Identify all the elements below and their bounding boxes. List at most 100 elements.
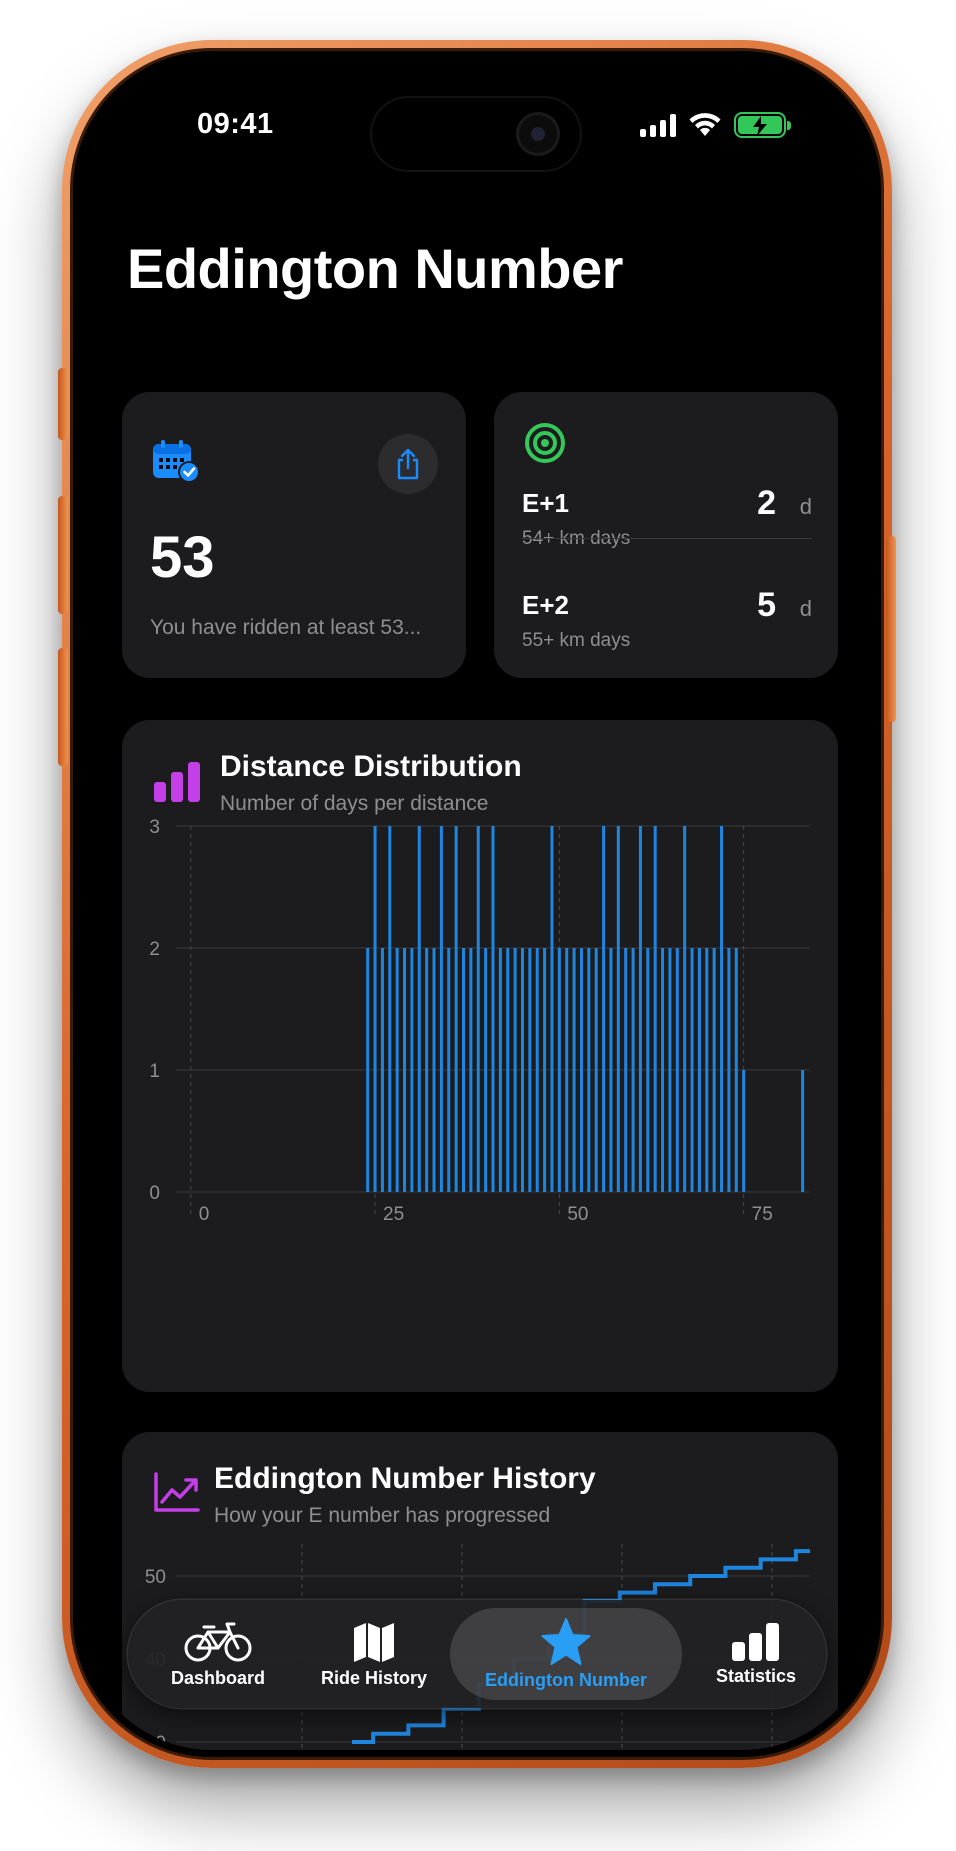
distance-distribution-card: Distance Distribution Number of days per… <box>122 720 838 1392</box>
bar <box>484 948 488 1192</box>
distribution-chart: 0 1 2 3 0 25 50 75 <box>149 817 810 1225</box>
bar <box>425 948 429 1192</box>
x-tick-label: 75 <box>752 1204 773 1225</box>
bar <box>366 948 370 1192</box>
y-tick-label: 2 <box>149 939 160 960</box>
bar <box>594 948 598 1192</box>
bar <box>506 948 510 1192</box>
eddington-description: You have ridden at least 53... <box>150 616 422 639</box>
target-icon <box>525 423 565 463</box>
bar <box>668 948 672 1192</box>
x-tick-label: 0 <box>199 1204 210 1225</box>
bar <box>439 826 443 1192</box>
bar <box>373 826 377 1192</box>
target-days: 2 <box>757 484 776 522</box>
share-icon <box>397 448 419 480</box>
target-label: E+1 <box>522 488 569 518</box>
bar <box>801 1070 805 1192</box>
map-icon <box>354 1622 394 1662</box>
y-tick-label: 0 <box>149 1183 160 1204</box>
bar <box>476 826 480 1192</box>
tab-dashboard[interactable]: Dashboard <box>140 1600 296 1708</box>
bar <box>683 826 687 1192</box>
y-tick-label: 30 <box>145 1733 166 1750</box>
bar <box>462 948 466 1192</box>
action-button <box>58 368 68 440</box>
bar <box>572 948 576 1192</box>
bar <box>587 948 591 1192</box>
bar <box>454 826 458 1192</box>
target-sub: 55+ km days <box>522 630 631 651</box>
bar <box>638 826 642 1192</box>
bar <box>653 826 657 1192</box>
bar <box>565 948 569 1192</box>
target-row-e1: E+1 54+ km days 2 d <box>522 484 812 558</box>
bar <box>734 948 738 1192</box>
bar <box>469 948 473 1192</box>
calendar-check-icon <box>153 440 200 483</box>
bar <box>712 948 716 1192</box>
bar <box>432 948 436 1192</box>
bar <box>535 948 539 1192</box>
bar <box>742 1070 746 1192</box>
y-tick-label: 3 <box>149 817 160 838</box>
power-button <box>886 536 896 722</box>
bar <box>380 948 384 1192</box>
target-sub: 54+ km days <box>522 528 631 549</box>
target-unit: d <box>799 596 812 621</box>
bar <box>447 948 451 1192</box>
screen: 09:41 Eddington Number 53 You have ridde… <box>80 58 874 1750</box>
bar <box>609 948 613 1192</box>
bar <box>616 826 620 1192</box>
bar <box>624 948 628 1192</box>
eddington-value: 53 <box>150 525 215 590</box>
bar <box>661 948 665 1192</box>
wifi-icon <box>689 113 721 136</box>
bar <box>557 948 561 1192</box>
bar <box>410 948 414 1192</box>
bar <box>550 826 554 1192</box>
eddington-number-card[interactable]: 53 You have ridden at least 53... <box>122 392 466 678</box>
bar <box>388 826 392 1192</box>
bar <box>631 948 635 1192</box>
cellular-signal-icon <box>640 113 676 137</box>
front-camera <box>516 112 560 156</box>
tab-label: Statistics <box>715 1665 797 1686</box>
tab-ride-history[interactable]: Ride History <box>304 1600 444 1708</box>
tab-statistics[interactable]: Statistics <box>692 1600 820 1708</box>
target-days: 5 <box>757 586 776 624</box>
bar <box>697 948 701 1192</box>
target-unit: d <box>799 494 812 519</box>
bar <box>395 948 399 1192</box>
bar <box>543 948 547 1192</box>
target-label: E+2 <box>522 590 569 620</box>
bar <box>528 948 532 1192</box>
bar <box>491 826 495 1192</box>
volume-down-button <box>58 648 68 766</box>
bar <box>513 948 517 1192</box>
x-tick-label: 50 <box>567 1204 588 1225</box>
bar <box>520 948 524 1192</box>
status-time: 09:41 <box>197 108 274 140</box>
tab-label: Ride History <box>320 1667 428 1688</box>
y-tick-label: 1 <box>149 1061 160 1082</box>
share-button[interactable] <box>378 434 438 494</box>
bar <box>675 948 679 1192</box>
bar <box>602 826 606 1192</box>
bar <box>417 826 421 1192</box>
divider <box>522 538 812 539</box>
volume-up-button <box>58 496 68 614</box>
targets-card: E+1 54+ km days 2 d E+2 55+ km days 5 d <box>494 392 838 678</box>
star-icon <box>541 1617 591 1665</box>
bar-chart-icon <box>732 1622 779 1661</box>
tab-eddington-number[interactable]: Eddington Number <box>450 1608 682 1700</box>
bar <box>727 948 731 1192</box>
tab-label: Dashboard <box>170 1667 266 1688</box>
bar <box>498 948 502 1192</box>
tab-label: Eddington Number <box>485 1669 647 1690</box>
bar <box>646 948 650 1192</box>
bicycle-icon <box>184 1622 252 1661</box>
bar <box>579 948 583 1192</box>
bar <box>720 826 724 1192</box>
target-row-e2: E+2 55+ km days 5 d <box>522 586 812 660</box>
